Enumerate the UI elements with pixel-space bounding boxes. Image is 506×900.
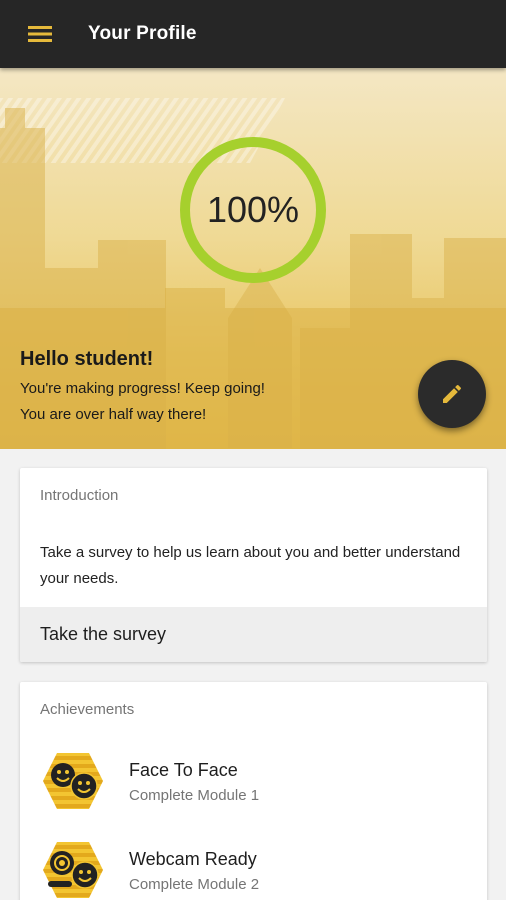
achievement-subtitle: Complete Module 1 (129, 787, 260, 804)
app-bar: Your Profile (0, 0, 506, 68)
webcam-smiley-badge-icon (43, 842, 103, 898)
introduction-header: Introduction (40, 487, 119, 504)
menu-button[interactable] (20, 14, 60, 54)
achievement-title: Face To Face (129, 760, 238, 780)
pencil-icon (443, 384, 462, 403)
hamburger-menu-icon (28, 26, 52, 42)
achievement-title: Webcam Ready (129, 849, 257, 869)
introduction-text: Take a survey to help us learn about you… (40, 544, 461, 587)
introduction-card: Introduction Take a survey to help us le… (20, 468, 487, 662)
page-title: Your Profile (88, 23, 197, 44)
achievements-header: Achievements (40, 701, 135, 718)
progress-message-line2: You are over half way there! (20, 406, 207, 423)
two-smiley-faces-badge-icon (43, 753, 103, 809)
achievement-item[interactable]: Webcam Ready Complete Module 2 (20, 837, 487, 900)
achievement-item[interactable]: Face To Face Complete Module 1 (20, 748, 487, 828)
take-survey-button[interactable]: Take the survey (20, 607, 487, 662)
greeting-heading: Hello student! (20, 348, 154, 370)
progress-percentage: 100% (206, 189, 300, 230)
progress-message-line1: You're making progress! Keep going! (20, 380, 265, 397)
achievements-card: Achievements Face To Face Complete Modul… (20, 682, 487, 900)
edit-profile-button[interactable] (418, 360, 486, 428)
achievement-subtitle: Complete Module 2 (129, 876, 260, 893)
